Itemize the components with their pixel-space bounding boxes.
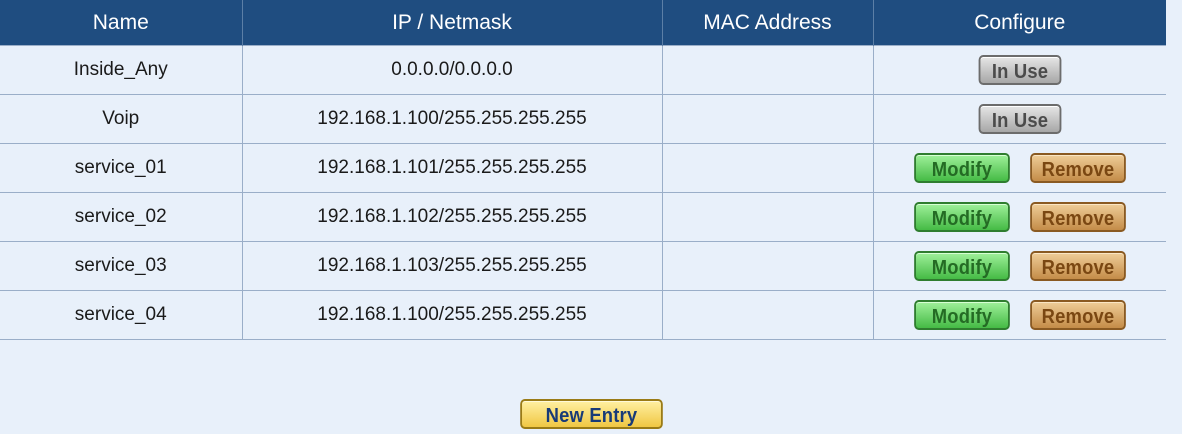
table-row: service_03 192.168.1.103/255.255.255.255… [0,241,1166,291]
row-name-cell: service_04 [0,290,242,340]
table-row: service_04 192.168.1.100/255.255.255.255… [0,290,1166,340]
remove-button[interactable]: Remove [1029,202,1126,232]
row-configure-cell: Modify Remove [872,290,1166,340]
new-entry-area: New Entry [514,399,669,429]
row-ip-cell: 192.168.1.100/255.255.255.255 [241,94,662,144]
row-configure-cell: Modify Remove [872,143,1166,193]
row-ip-cell: 192.168.1.100/255.255.255.255 [241,290,662,340]
row-ip-cell: 192.168.1.103/255.255.255.255 [241,241,662,291]
modify-button[interactable]: Modify [913,300,1010,330]
row-name-cell: Inside_Any [0,45,242,95]
in-use-button[interactable]: In Use [978,55,1062,85]
table-body: Inside_Any 0.0.0.0/0.0.0.0 In Use Voip 1… [0,45,1166,340]
row-mac-cell [661,143,873,193]
new-entry-button[interactable]: New Entry [520,399,663,429]
modify-button[interactable]: Modify [913,202,1010,232]
row-mac-cell [661,94,873,144]
row-name-cell: service_02 [0,192,242,242]
row-name-cell: service_03 [0,241,242,291]
table-row: Inside_Any 0.0.0.0/0.0.0.0 In Use [0,45,1166,95]
remove-button[interactable]: Remove [1029,153,1126,183]
row-mac-cell [661,241,873,291]
header-ip-netmask: IP / Netmask [241,0,662,46]
header-row: Name IP / Netmask MAC Address Configure [0,0,1166,46]
remove-button[interactable]: Remove [1029,251,1126,281]
row-mac-cell [661,290,873,340]
table-row: service_01 192.168.1.101/255.255.255.255… [0,143,1166,193]
row-name-cell: service_01 [0,143,242,193]
address-table-page: Name IP / Netmask MAC Address Configure … [0,0,1182,434]
row-ip-cell: 192.168.1.101/255.255.255.255 [241,143,662,193]
row-configure-cell: In Use [872,94,1166,144]
address-table: Name IP / Netmask MAC Address Configure … [0,0,1166,340]
modify-button[interactable]: Modify [913,251,1010,281]
row-mac-cell [661,192,873,242]
table-row: service_02 192.168.1.102/255.255.255.255… [0,192,1166,242]
row-mac-cell [661,45,873,95]
table-row: Voip 192.168.1.100/255.255.255.255 In Us… [0,94,1166,144]
in-use-button[interactable]: In Use [978,104,1062,134]
header-configure: Configure [872,0,1166,46]
remove-button[interactable]: Remove [1029,300,1126,330]
row-configure-cell: Modify Remove [872,241,1166,291]
row-ip-cell: 0.0.0.0/0.0.0.0 [241,45,662,95]
modify-button[interactable]: Modify [913,153,1010,183]
header-mac-address: MAC Address [661,0,873,46]
row-name-cell: Voip [0,94,242,144]
row-configure-cell: In Use [872,45,1166,95]
header-name: Name [0,0,242,46]
row-ip-cell: 192.168.1.102/255.255.255.255 [241,192,662,242]
table-header: Name IP / Netmask MAC Address Configure [0,0,1166,46]
row-configure-cell: Modify Remove [872,192,1166,242]
